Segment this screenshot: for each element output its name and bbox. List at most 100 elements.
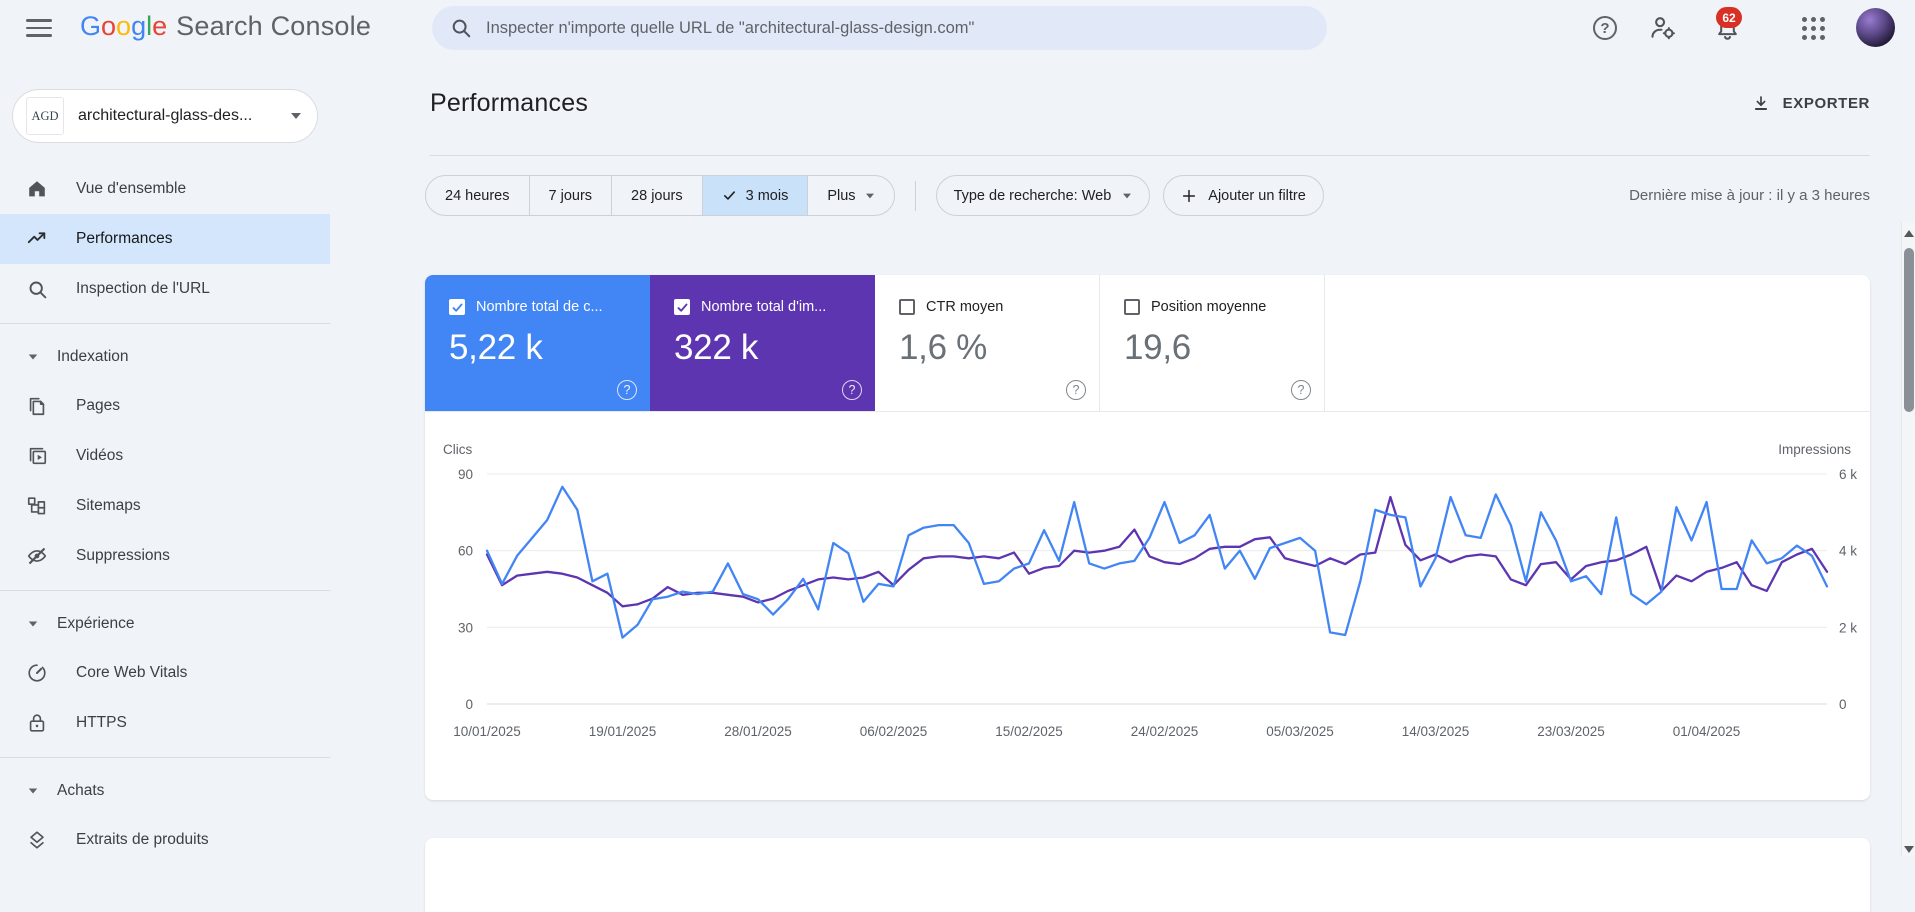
chip-label: Ajouter un filtre [1208, 187, 1306, 204]
home-icon [29, 181, 45, 197]
sidebar-item-label: Core Web Vitals [76, 664, 188, 681]
chevron-down-icon [28, 621, 38, 627]
svg-text:06/02/2025: 06/02/2025 [860, 724, 928, 739]
svg-text:19/01/2025: 19/01/2025 [589, 724, 657, 739]
performance-card: Nombre total de c... 5,22 k ? Nombre tot… [425, 275, 1870, 800]
google-apps-button[interactable] [1797, 12, 1829, 44]
chip-label: 24 heures [445, 187, 510, 204]
sitemaps-icon [27, 497, 46, 515]
sidebar-item-performance[interactable]: Performances [0, 214, 330, 264]
section-header-label: Achats [57, 782, 105, 799]
section-header-shopping[interactable]: Achats [0, 767, 330, 815]
metric-label: Nombre total d'im... [701, 299, 827, 315]
checkbox-checked[interactable] [449, 299, 465, 315]
export-button[interactable]: EXPORTER [1751, 93, 1870, 113]
lock-icon [29, 714, 45, 732]
video-icon [29, 447, 47, 465]
svg-text:60: 60 [458, 544, 473, 559]
metric-tile-total-impressions[interactable]: Nombre total d'im... 322 k ? [650, 275, 875, 411]
svg-text:Impressions: Impressions [1778, 442, 1851, 457]
chip-label: Type de recherche: Web [953, 187, 1112, 204]
svg-text:05/03/2025: 05/03/2025 [1266, 724, 1334, 739]
sidebar-item-label: Suppressions [76, 547, 170, 564]
checkbox-unchecked[interactable] [1124, 299, 1140, 315]
queries-panel-card [425, 838, 1870, 912]
chip-more[interactable]: Plus [808, 176, 893, 215]
sidebar-item-url-inspection[interactable]: Inspection de l'URL [0, 264, 330, 314]
sidebar-item-pages[interactable]: Pages [0, 381, 330, 431]
user-settings-button[interactable] [1647, 12, 1679, 44]
metric-tile-total-clicks[interactable]: Nombre total de c... 5,22 k ? [425, 275, 650, 411]
svg-text:90: 90 [458, 467, 473, 482]
section-header-experience[interactable]: Expérience [0, 600, 330, 648]
help-button[interactable]: ? [1589, 12, 1621, 44]
metric-tile-average-position[interactable]: Position moyenne 19,6 ? [1100, 275, 1325, 411]
chip-24-hours[interactable]: 24 heures [426, 176, 530, 215]
chip-28-days[interactable]: 28 jours [612, 176, 703, 215]
help-icon: ? [1593, 16, 1617, 40]
vertical-scrollbar[interactable] [1901, 222, 1915, 856]
svg-text:0: 0 [465, 697, 473, 712]
download-icon [1754, 96, 1767, 110]
sidebar-item-label: Inspection de l'URL [76, 280, 210, 297]
chip-label: 3 mois [745, 187, 789, 204]
search-type-chip[interactable]: Type de recherche: Web [935, 175, 1151, 216]
search-icon [29, 281, 46, 298]
help-icon[interactable]: ? [1066, 380, 1086, 400]
svg-text:15/02/2025: 15/02/2025 [995, 724, 1063, 739]
logo-letter: G [80, 11, 102, 41]
sidebar-item-label: Sitemaps [76, 497, 141, 514]
account-avatar[interactable] [1856, 8, 1895, 47]
sidebar-item-core-web-vitals[interactable]: Core Web Vitals [0, 648, 330, 698]
plus-icon [1183, 189, 1196, 202]
property-logo: AGD [26, 97, 64, 135]
page-title: Performances [430, 88, 589, 117]
metric-value: 1,6 % [899, 328, 987, 367]
sidebar-item-overview[interactable]: Vue d'ensemble [0, 164, 330, 214]
svg-text:28/01/2025: 28/01/2025 [724, 724, 792, 739]
help-icon[interactable]: ? [617, 380, 637, 400]
trending-up-icon [27, 232, 46, 244]
svg-text:23/03/2025: 23/03/2025 [1537, 724, 1605, 739]
scroll-down-arrow[interactable] [1904, 846, 1914, 853]
chip-7-days[interactable]: 7 jours [530, 176, 613, 215]
metric-tile-average-ctr[interactable]: CTR moyen 1,6 % ? [875, 275, 1100, 411]
sidebar-item-label: Performances [76, 230, 173, 247]
property-selector[interactable]: AGD architectural-glass-des... [12, 89, 318, 143]
sidebar: AGD architectural-glass-des... Vue d'ens… [0, 56, 330, 856]
sidebar-nav: Vue d'ensemble Performances Inspection d… [0, 164, 330, 865]
sidebar-item-https[interactable]: HTTPS [0, 698, 330, 748]
sidebar-item-videos[interactable]: Vidéos [0, 431, 330, 481]
url-inspection-searchbar[interactable] [432, 6, 1327, 50]
hamburger-menu-icon[interactable] [26, 16, 52, 40]
chip-3-months[interactable]: 3 mois [702, 176, 809, 215]
metric-value: 322 k [674, 328, 759, 367]
add-filter-chip[interactable]: Ajouter un filtre [1163, 175, 1324, 216]
help-icon[interactable]: ? [842, 380, 862, 400]
scrollbar-thumb[interactable] [1904, 248, 1914, 412]
svg-text:Clics: Clics [443, 442, 472, 457]
chevron-down-icon [28, 788, 38, 794]
svg-text:4 k: 4 k [1839, 544, 1857, 559]
svg-text:6 k: 6 k [1839, 467, 1857, 482]
sidebar-item-label: Extraits de produits [76, 831, 209, 848]
user-settings-icon [1651, 17, 1675, 40]
svg-text:14/03/2025: 14/03/2025 [1402, 724, 1470, 739]
chevron-down-icon [28, 354, 38, 360]
scroll-up-arrow[interactable] [1904, 230, 1914, 237]
sidebar-item-sitemaps[interactable]: Sitemaps [0, 481, 330, 531]
google-search-console-logo[interactable]: G o o g l e Search Console [80, 11, 371, 42]
help-icon[interactable]: ? [1291, 380, 1311, 400]
sidebar-item-removals[interactable]: Suppressions [0, 531, 330, 581]
logo-letter: o [116, 11, 132, 41]
notification-badge: 62 [1716, 7, 1742, 28]
checkbox-checked[interactable] [674, 299, 690, 315]
chip-label: 7 jours [548, 187, 593, 204]
section-header-indexing[interactable]: Indexation [0, 333, 330, 381]
section-header-label: Indexation [57, 348, 129, 365]
divider [0, 757, 330, 758]
performance-chart: 0 30 60 90 0 2 k 4 k 6 k Clics Impressions 10/01/2… [425, 412, 1870, 755]
checkbox-unchecked[interactable] [899, 299, 915, 315]
sidebar-item-product-snippets[interactable]: Extraits de produits [0, 815, 330, 865]
url-inspection-input[interactable] [486, 18, 1309, 38]
